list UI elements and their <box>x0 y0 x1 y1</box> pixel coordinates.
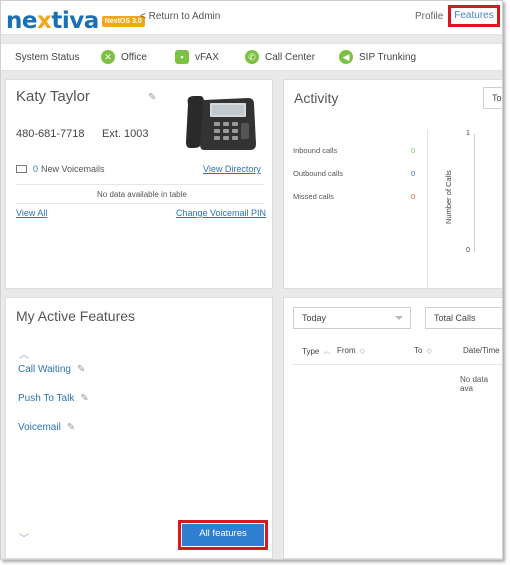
inbound-calls-value: 0 <box>411 146 416 155</box>
calls-no-data: No data ava <box>460 375 489 393</box>
edit-name-pencil-icon[interactable]: ✎ <box>148 92 156 103</box>
activity-panel: Activity To Inbound calls 0 Outbound cal… <box>283 79 502 290</box>
nextiva-logo[interactable]: nextiva NextOS 3.0 <box>6 7 145 33</box>
inbound-calls-label: Inbound calls <box>293 146 338 155</box>
col-to[interactable]: To ◇ <box>414 346 432 355</box>
sip-icon: ◀ <box>339 50 353 64</box>
envelope-icon <box>16 165 27 173</box>
app-window: nextiva NextOS 3.0 < Return to Admin Pro… <box>0 0 503 560</box>
calls-period-dropdown[interactable]: Today <box>293 307 411 329</box>
activity-period-dropdown[interactable]: To <box>483 87 502 109</box>
activity-title: Activity <box>294 90 339 106</box>
active-features-panel: My Active Features ︿ Call Waiting ✎ Push… <box>5 297 273 559</box>
outbound-calls-label: Outbound calls <box>293 169 344 178</box>
user-name: Katy Taylor <box>16 88 90 105</box>
return-to-admin-link[interactable]: < Return to Admin <box>140 11 220 22</box>
voicemail-label: New Voicemails <box>41 164 105 174</box>
system-status-bar: System Status ✕ Office ▪ vFAX ✆ Call Cen… <box>1 43 502 71</box>
chevron-down-icon <box>395 316 403 320</box>
divider <box>293 364 502 365</box>
calls-metric-dropdown[interactable]: Total Calls <box>425 307 502 329</box>
status-sip-trunking[interactable]: ◀ SIP Trunking <box>339 50 416 64</box>
sort-up-icon: ︿ <box>323 348 331 355</box>
edit-pencil-icon[interactable]: ✎ <box>77 364 85 375</box>
chevron-up-icon[interactable]: ︿ <box>19 346 29 361</box>
status-office[interactable]: ✕ Office <box>101 50 147 64</box>
feature-voicemail[interactable]: Voicemail ✎ <box>18 422 75 433</box>
calls-panel: Today Total Calls Type ︿ From ◇ To ◇ Date/T… <box>283 297 502 559</box>
change-voicemail-pin-link[interactable]: Change Voicemail PIN <box>176 208 266 218</box>
feature-push-to-talk[interactable]: Push To Talk ✎ <box>18 393 89 404</box>
col-date-time[interactable]: Date/Time <box>463 346 500 355</box>
system-status-label: System Status <box>15 52 80 63</box>
divider <box>16 203 264 204</box>
missed-calls-value: 0 <box>411 192 416 201</box>
chart-y-axis-title: Number of Calls <box>444 170 453 224</box>
version-badge: NextOS 3.0 <box>101 16 145 27</box>
chart-separator <box>427 130 428 290</box>
chart-tick-bottom: 0 <box>466 247 470 254</box>
edit-pencil-icon[interactable]: ✎ <box>67 422 75 433</box>
edit-pencil-icon[interactable]: ✎ <box>80 393 88 404</box>
feature-call-waiting[interactable]: Call Waiting ✎ <box>18 364 85 375</box>
view-all-link[interactable]: View All <box>16 208 47 218</box>
sort-icon: ◇ <box>359 347 366 355</box>
phone-icon: ✆ <box>245 50 259 64</box>
col-type[interactable]: Type ︿ <box>302 346 330 356</box>
active-features-title: My Active Features <box>16 308 136 324</box>
top-bar: nextiva NextOS 3.0 < Return to Admin Pro… <box>1 1 502 35</box>
chart-y-axis <box>474 134 475 252</box>
all-features-highlight: All features <box>178 520 268 550</box>
outbound-calls-value: 0 <box>411 169 416 178</box>
office-icon: ✕ <box>101 50 115 64</box>
user-phone: 480-681-7718 <box>16 128 85 140</box>
missed-calls-label: Missed calls <box>293 192 334 201</box>
chevron-down-icon[interactable]: ﹀ <box>19 530 29 545</box>
fax-icon: ▪ <box>175 50 189 64</box>
user-panel: Katy Taylor ✎ 480-681-7718 Ext. 1003 Vie… <box>5 79 273 289</box>
view-directory-link[interactable]: View Directory <box>203 164 261 174</box>
col-from[interactable]: From ◇ <box>337 346 365 355</box>
all-features-button[interactable]: All features <box>182 524 264 546</box>
nav-profile[interactable]: Profile <box>415 11 443 22</box>
desk-phone-image <box>186 96 256 150</box>
divider <box>16 184 264 185</box>
nav-features[interactable]: Features <box>448 5 500 27</box>
voicemail-row: 0 New Voicemails <box>16 164 105 174</box>
voicemail-no-data: No data available in table <box>97 190 187 199</box>
status-vfax[interactable]: ▪ vFAX <box>175 50 219 64</box>
user-extension: Ext. 1003 <box>102 128 149 140</box>
sort-icon: ◇ <box>426 347 432 355</box>
voicemail-count: 0 <box>33 164 39 174</box>
status-call-center[interactable]: ✆ Call Center <box>245 50 315 64</box>
chart-tick-top: 1 <box>466 130 470 137</box>
